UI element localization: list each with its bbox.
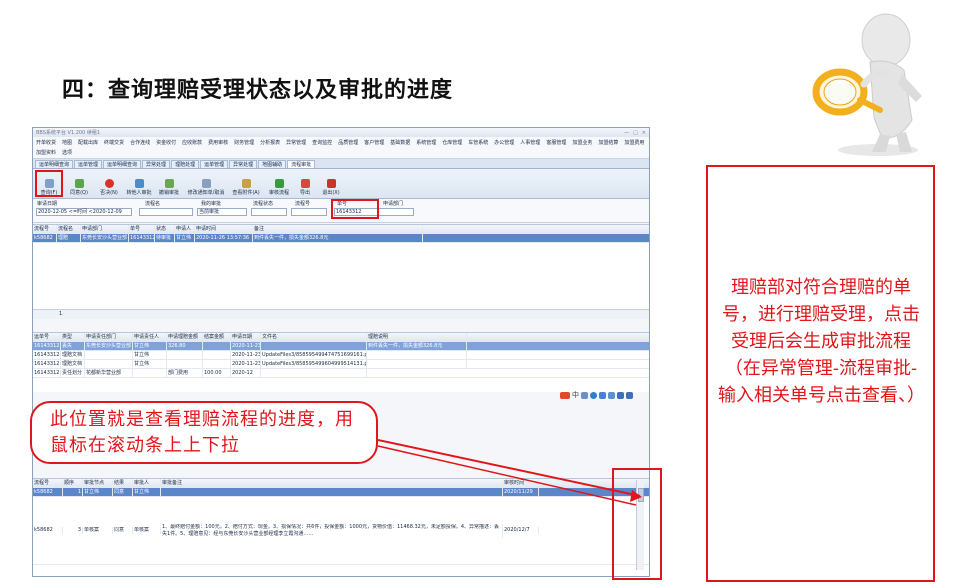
- note-text: 理赔部对符合理赔的单号，进行理赔受理，点击受理后会生成审批流程（在异常管理-流程…: [718, 277, 925, 406]
- slide: 四：查询理赔受理状态以及审批的进度 BBS系统平台 V1.200 续租1 — □…: [0, 0, 960, 587]
- callout-text: 此位置就是查看理赔流程的进度，用鼠标在滚动条上上下拉: [50, 409, 354, 456]
